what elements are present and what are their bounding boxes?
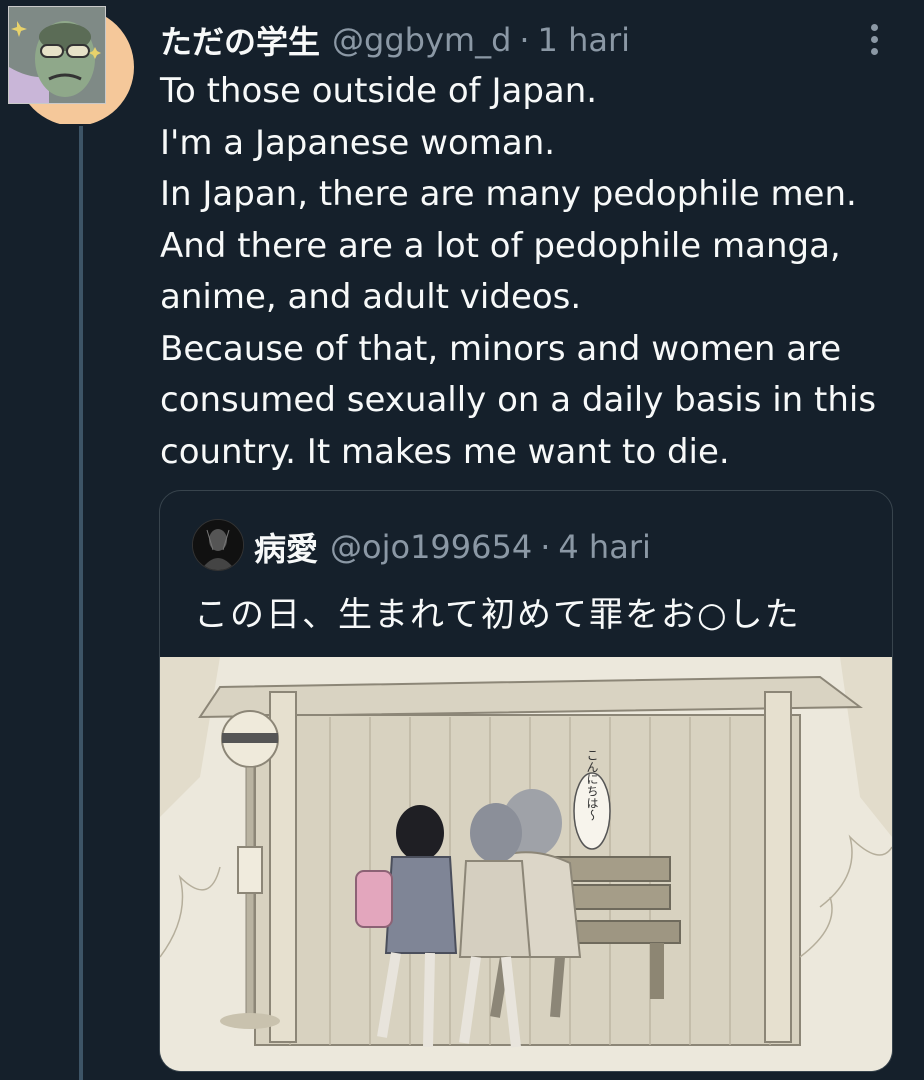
fish-face-icon bbox=[9, 7, 105, 103]
tweet-text: To those outside of Japan. I'm a Japanes… bbox=[160, 66, 910, 478]
tweet-text-line: Because of that, minors and women are bbox=[160, 328, 842, 369]
quoted-author-avatar[interactable] bbox=[192, 519, 244, 571]
quoted-tweet-header: 病愛 @ojo199654 · 4 hari bbox=[254, 524, 651, 570]
quoted-author-display-name[interactable]: 病愛 bbox=[254, 524, 318, 570]
quoted-tweet-image[interactable]: こんにちは〜 bbox=[160, 657, 892, 1071]
quoted-tweet-timestamp[interactable]: 4 hari bbox=[558, 528, 650, 566]
speech-bubble-text: こんにちは〜 bbox=[585, 749, 599, 821]
tweet-text-line: I'm a Japanese woman. bbox=[160, 122, 556, 163]
author-avatar[interactable] bbox=[6, 6, 134, 124]
quoted-author-handle[interactable]: @ojo199654 bbox=[330, 528, 532, 566]
bus-stop-illustration: こんにちは〜 bbox=[160, 657, 892, 1071]
tweet-text-line: consumed sexually on a daily basis in th… bbox=[160, 380, 877, 420]
tweet-timestamp[interactable]: 1 hari bbox=[538, 21, 630, 59]
tweet-text-line: anime, and adult videos. bbox=[160, 277, 582, 317]
tweet-header: ただの学生 @ggbym_d · 1 hari bbox=[160, 18, 630, 62]
avatar-image bbox=[8, 6, 106, 104]
separator-dot: · bbox=[540, 528, 551, 566]
tweet-text-line: And there are a lot of pedophile manga, bbox=[160, 225, 841, 266]
thread-connector-line bbox=[79, 126, 83, 1080]
tweet-text-line: To those outside of Japan. bbox=[160, 71, 598, 111]
quoted-tweet-card[interactable]: 病愛 @ojo199654 · 4 hari この日、生まれて初めて罪をお○した bbox=[159, 490, 893, 1072]
separator-dot: · bbox=[519, 21, 530, 59]
author-handle[interactable]: @ggbym_d bbox=[332, 21, 511, 59]
quoted-tweet-text: この日、生まれて初めて罪をお○した bbox=[194, 595, 801, 635]
more-vertical-icon[interactable] bbox=[862, 24, 886, 60]
dark-figure-icon bbox=[193, 520, 243, 570]
tweet-text-line: In Japan, there are many pedophile men. bbox=[160, 174, 857, 214]
author-display-name[interactable]: ただの学生 bbox=[160, 17, 320, 63]
tweet[interactable]: ただの学生 @ggbym_d · 1 hari To those outside… bbox=[0, 0, 924, 1080]
tweet-text-line: country. It makes me want to die. bbox=[160, 431, 730, 472]
